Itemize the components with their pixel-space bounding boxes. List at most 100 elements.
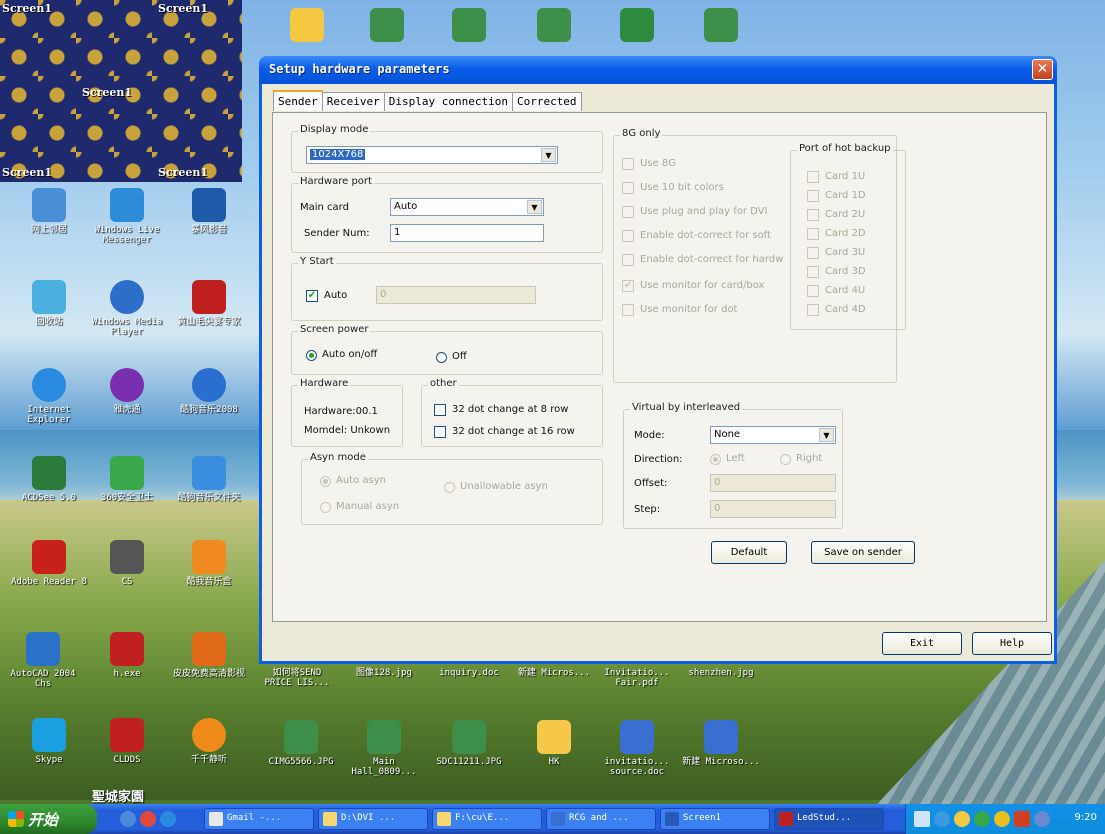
y-start-auto-checkbox[interactable]: ✔: [306, 290, 318, 302]
task-screen1[interactable]: Screen1: [660, 808, 770, 830]
desktop-icon[interactable]: h.exe: [88, 632, 166, 679]
task-gmail[interactable]: Gmail -...: [204, 808, 314, 830]
task-folder-dvi[interactable]: D:\DVI ...: [318, 808, 428, 830]
desktop-icon[interactable]: Main Hall_0809...: [345, 720, 423, 777]
exit-button[interactable]: Exit: [882, 632, 962, 655]
clock[interactable]: 9:20: [1075, 812, 1097, 823]
desktop-icon[interactable]: ACDSee 5.0: [10, 456, 88, 503]
card-4d-checkbox[interactable]: [807, 304, 819, 316]
card-3d-checkbox[interactable]: [807, 266, 819, 278]
qq-icon[interactable]: [954, 811, 970, 827]
card-3u-checkbox[interactable]: [807, 247, 819, 259]
internet-explorer-icon[interactable]: [160, 811, 176, 827]
keyboard-icon[interactable]: [914, 811, 930, 827]
desktop-icon[interactable]: AutoCAD 2004 Chs: [4, 632, 82, 689]
security-icon[interactable]: [974, 811, 990, 827]
card-4u-checkbox[interactable]: [807, 285, 819, 297]
plug-play-dvi-checkbox[interactable]: [622, 206, 634, 218]
chrome-icon[interactable]: [140, 811, 156, 827]
offset-field[interactable]: 0: [710, 474, 836, 492]
use-8g-checkbox[interactable]: [622, 158, 634, 170]
desktop-icon[interactable]: 回收站: [10, 280, 88, 327]
desktop-icon[interactable]: CS: [88, 540, 166, 587]
tab-sender[interactable]: Sender: [273, 90, 323, 111]
desktop-icon[interactable]: 新建 Micros...: [515, 668, 593, 678]
card-2u-checkbox[interactable]: [807, 209, 819, 221]
desktop-icon-excel-file[interactable]: [598, 8, 676, 45]
messenger-icon[interactable]: [994, 811, 1010, 827]
task-folder-cu[interactable]: F:\cu\E...: [432, 808, 542, 830]
desktop-icon[interactable]: CLDDS: [88, 718, 166, 765]
dot-correct-soft-checkbox[interactable]: [622, 230, 634, 242]
auto-asyn-radio[interactable]: [320, 476, 331, 487]
main-card-select[interactable]: Auto ▼: [390, 198, 544, 216]
use-10bit-checkbox[interactable]: [622, 182, 634, 194]
desktop-icon[interactable]: 皮皮免费高清影视: [170, 632, 248, 679]
desktop-icon-acdsee-file[interactable]: [515, 8, 593, 45]
desktop-icon[interactable]: Invitatio... Fair.pdf: [598, 668, 676, 688]
dot-change-8-checkbox[interactable]: [434, 404, 446, 416]
save-on-sender-button[interactable]: Save on sender: [811, 541, 915, 564]
desktop-icon[interactable]: 360安全卫士: [88, 456, 166, 503]
desktop-icon[interactable]: 酷我音乐盒: [170, 540, 248, 587]
desktop-icon-qq[interactable]: [268, 8, 346, 45]
desktop-icon[interactable]: SDC11211.JPG: [430, 720, 508, 767]
off-radio[interactable]: [436, 352, 447, 363]
desktop-icon[interactable]: HK: [515, 720, 593, 767]
desktop-icon[interactable]: Windows Media Player: [88, 280, 166, 337]
mode-select[interactable]: None ▼: [710, 426, 836, 444]
desktop-icon[interactable]: Skype: [10, 718, 88, 765]
chevron-down-icon[interactable]: ▼: [819, 428, 834, 442]
desktop-icon-acdsee-file[interactable]: [348, 8, 426, 45]
desktop-icon[interactable]: invitatio... source.doc: [598, 720, 676, 777]
default-button[interactable]: Default: [711, 541, 787, 564]
desktop-icon[interactable]: Windows Live Messenger: [88, 188, 166, 245]
kaspersky-icon[interactable]: [1014, 811, 1030, 827]
tab-corrected[interactable]: Corrected: [511, 92, 582, 111]
help-button[interactable]: Help: [972, 632, 1052, 655]
dialog-titlebar[interactable]: Setup hardware parameters ✕: [259, 56, 1057, 84]
desktop-icon[interactable]: 如何将SEND PRICE LIS...: [258, 668, 336, 688]
show-desktop-icon[interactable]: [120, 811, 136, 827]
close-icon[interactable]: ✕: [1032, 59, 1053, 80]
sender-num-field[interactable]: 1: [390, 224, 544, 242]
y-start-field[interactable]: 0: [376, 286, 536, 304]
desktop-icon[interactable]: 图像128.jpg: [345, 668, 423, 678]
card-1d-checkbox[interactable]: [807, 190, 819, 202]
chevron-down-icon[interactable]: ▼: [541, 148, 556, 162]
network-icon[interactable]: [934, 811, 950, 827]
tab-display-connection[interactable]: Display connection: [383, 92, 513, 111]
monitor-dot-checkbox[interactable]: [622, 304, 634, 316]
desktop-icon[interactable]: shenzhen.jpg: [682, 668, 760, 678]
card-1u-checkbox[interactable]: [807, 171, 819, 183]
desktop-icon[interactable]: 酷狗音乐文件夹: [170, 456, 248, 503]
direction-right-radio[interactable]: [780, 454, 791, 465]
direction-left-radio[interactable]: [710, 454, 721, 465]
desktop-icon[interactable]: Adobe Reader 8: [10, 540, 88, 587]
desktop-icon[interactable]: inquiry.doc: [430, 668, 508, 678]
chevron-down-icon[interactable]: ▼: [527, 200, 542, 214]
monitor-card-box-checkbox[interactable]: ✔: [622, 280, 634, 292]
display-mode-select[interactable]: 1024X768 ▼: [306, 146, 558, 164]
desktop-icon[interactable]: 酷狗音乐2008: [170, 368, 248, 415]
desktop-icon-acdsee-file[interactable]: [430, 8, 508, 45]
desktop-icon[interactable]: 暴风影音: [170, 188, 248, 235]
desktop-icon[interactable]: 新建 Microso...: [682, 720, 760, 767]
desktop-icon-acdsee-file[interactable]: [682, 8, 760, 45]
desktop-icon[interactable]: 网上邻居: [10, 188, 88, 235]
auto-onoff-radio[interactable]: [306, 350, 317, 361]
desktop-icon[interactable]: 千千静听: [170, 718, 248, 765]
task-rcg[interactable]: RCG and ...: [546, 808, 656, 830]
desktop-icon[interactable]: Internet Explorer: [10, 368, 88, 425]
step-field[interactable]: 0: [710, 500, 836, 518]
desktop-icon[interactable]: CIMG5566.JPG: [262, 720, 340, 767]
start-button[interactable]: 开始: [0, 804, 97, 834]
desktop-icon[interactable]: 雅虎通: [88, 368, 166, 415]
manual-asyn-radio[interactable]: [320, 502, 331, 513]
card-2d-checkbox[interactable]: [807, 228, 819, 240]
task-ledstudio[interactable]: LedStud...: [774, 808, 884, 830]
desktop-icon[interactable]: 黄山毛尖宴专家: [170, 280, 248, 327]
dot-correct-hardware-checkbox[interactable]: [622, 254, 634, 266]
volume-icon[interactable]: [1034, 811, 1050, 827]
dot-change-16-checkbox[interactable]: [434, 426, 446, 438]
